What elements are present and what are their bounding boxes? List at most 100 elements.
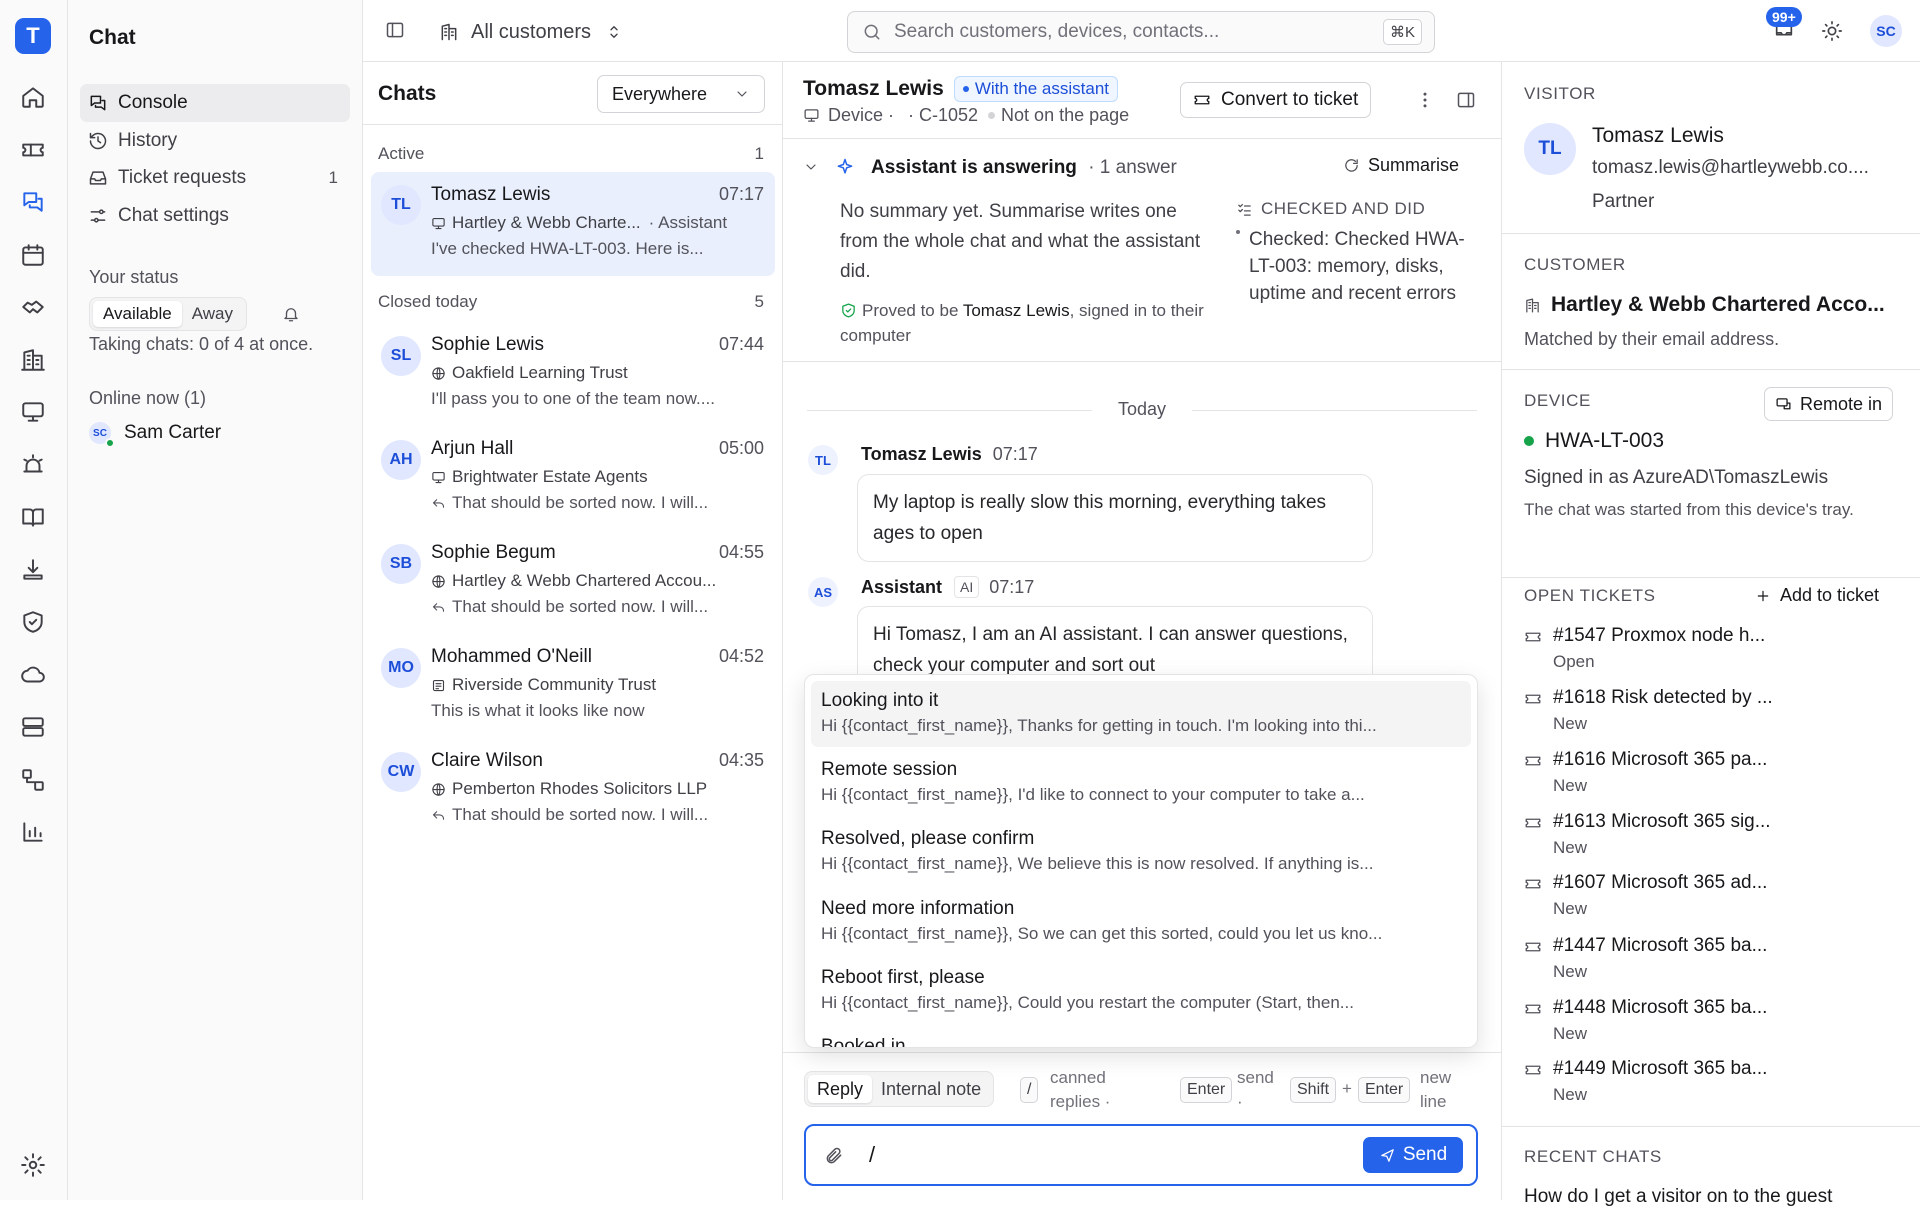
canned-reply-item[interactable]: Need more information Hi {{contact_first…: [811, 889, 1471, 955]
canned-reply-title: Remote session: [821, 759, 958, 780]
search-input[interactable]: Search customers, devices, contacts... ⌘…: [847, 11, 1435, 53]
online-user-name[interactable]: Sam Carter: [124, 422, 221, 444]
nav-item-history[interactable]: History: [80, 122, 350, 160]
chat-org-name: Brightwater Estate Agents: [452, 467, 648, 486]
checked-heading-label: CHECKED AND DID: [1261, 199, 1426, 218]
reply-icon: [432, 498, 445, 508]
canned-reply-item[interactable]: Reboot first, please Hi {{contact_first_…: [811, 958, 1471, 1024]
gear-icon[interactable]: [20, 1152, 46, 1178]
building-icon[interactable]: [20, 347, 46, 373]
hint-canned: canned replies ·: [1050, 1068, 1111, 1111]
sidebar-toggle-icon[interactable]: [385, 20, 405, 40]
ticket-row[interactable]: #1616 Microsoft 365 pa... New: [1524, 749, 1904, 809]
customer-scope-select[interactable]: All customers: [439, 18, 623, 46]
divider: [783, 1052, 1501, 1053]
ticket-row[interactable]: #1448 Microsoft 365 ba... New: [1524, 997, 1904, 1057]
nav-item-console[interactable]: Console: [80, 84, 350, 122]
app-logo[interactable]: T: [15, 18, 51, 54]
building-icon: [1526, 297, 1539, 313]
shield-icon[interactable]: [20, 609, 46, 635]
status-available[interactable]: Available: [93, 301, 182, 327]
checked-heading: CHECKED AND DID: [1236, 199, 1425, 219]
chat-row[interactable]: CW Claire Wilson 04:35 Pemberton Rhodes …: [371, 738, 775, 842]
ticket-row[interactable]: #1618 Risk detected by ... New: [1524, 687, 1904, 747]
chevron-down-icon[interactable]: [803, 159, 819, 175]
avatar: CW: [381, 752, 421, 792]
avatar: MO: [381, 648, 421, 688]
notifications-badge: 99+: [1766, 7, 1802, 27]
ticket-status: New: [1553, 962, 1588, 981]
device-name[interactable]: HWA-LT-003: [1545, 429, 1664, 453]
tab-internal-note[interactable]: Internal note: [872, 1075, 990, 1103]
online-dot: [1524, 436, 1534, 446]
ticket-icon: [1525, 694, 1541, 704]
book-icon[interactable]: [20, 504, 46, 530]
bell-icon[interactable]: [282, 305, 300, 323]
canned-reply-item[interactable]: Remote session Hi {{contact_first_name}}…: [811, 750, 1471, 816]
ticket-row[interactable]: #1607 Microsoft 365 ad... New: [1524, 872, 1904, 932]
convert-to-ticket-button[interactable]: Convert to ticket: [1180, 82, 1372, 118]
server-icon[interactable]: [20, 714, 46, 740]
canned-reply-item[interactable]: Booked in: [811, 1027, 1471, 1047]
download-icon[interactable]: [20, 557, 46, 583]
recent-chat-item[interactable]: How do I get a visitor on to the guest: [1524, 1186, 1909, 1208]
chat-icon[interactable]: [20, 189, 46, 215]
chat-row[interactable]: SL Sophie Lewis 07:44 Oakfield Learning …: [371, 322, 775, 426]
alarm-icon[interactable]: [20, 452, 46, 478]
summarise-button[interactable]: Summarise: [1343, 155, 1459, 176]
nav-item-ticket-requests[interactable]: Ticket requests 1: [80, 159, 350, 197]
divider: [1502, 1126, 1920, 1127]
ticket-row[interactable]: #1449 Microsoft 365 ba... New: [1524, 1058, 1904, 1118]
nav-item-chat-settings[interactable]: Chat settings: [80, 197, 350, 235]
avatar: TL: [1524, 123, 1576, 175]
status-toggle: Available Away: [89, 297, 247, 331]
sun-icon[interactable]: [1821, 20, 1843, 42]
message-input[interactable]: / Send: [804, 1124, 1478, 1186]
home-icon[interactable]: [20, 84, 46, 110]
canned-reply-item[interactable]: Resolved, please confirm Hi {{contact_fi…: [811, 819, 1471, 885]
assistant-answer-count: · 1 answer: [1088, 157, 1177, 178]
search-icon: [864, 24, 880, 40]
send-button[interactable]: Send: [1363, 1137, 1463, 1173]
monitor-icon[interactable]: [20, 399, 46, 425]
chat-row[interactable]: AH Arjun Hall 05:00 Brightwater Estate A…: [371, 426, 775, 530]
sliders-icon: [90, 209, 106, 223]
status-heading: Your status: [89, 267, 179, 287]
ticket-icon: [1525, 756, 1541, 766]
panel-toggle-icon[interactable]: [1456, 90, 1476, 110]
ticket-status: New: [1553, 1024, 1588, 1043]
meta-device: Device ·: [828, 105, 895, 125]
taking-chats-text: Taking chats: 0 of 4 at once.: [89, 334, 314, 354]
ticket-row[interactable]: #1447 Microsoft 365 ba... New: [1524, 935, 1904, 995]
shield-check-icon: [842, 303, 855, 318]
visitor-email[interactable]: tomasz.lewis@hartleywebb.co....: [1592, 157, 1907, 179]
tab-reply[interactable]: Reply: [808, 1075, 873, 1103]
chart-icon[interactable]: [20, 819, 46, 845]
user-avatar[interactable]: SC: [1870, 15, 1902, 47]
chats-filter-label: Everywhere: [612, 83, 708, 104]
convert-to-ticket-label: Convert to ticket: [1221, 89, 1359, 110]
ticket-row[interactable]: #1613 Microsoft 365 sig... New: [1524, 811, 1904, 871]
customer-name[interactable]: Hartley & Webb Chartered Acco...: [1524, 293, 1909, 317]
avatar: SB: [381, 544, 421, 584]
remote-in-button[interactable]: Remote in: [1764, 387, 1894, 421]
cloud-icon[interactable]: [20, 662, 46, 688]
customer-scope-label: All customers: [471, 20, 592, 43]
chat-row[interactable]: MO Mohammed O'Neill 04:52 Riverside Comm…: [371, 634, 775, 738]
canned-reply-item[interactable]: Looking into it Hi {{contact_first_name}…: [811, 681, 1471, 747]
chat-row[interactable]: TL Tomasz Lewis 07:17 Hartley & Webb Cha…: [371, 172, 775, 276]
send-label: Send: [1402, 1144, 1448, 1165]
status-away[interactable]: Away: [182, 301, 243, 327]
paperclip-icon[interactable]: [824, 1146, 844, 1166]
handshake-icon[interactable]: [20, 294, 46, 320]
ticket-icon: [1525, 1004, 1541, 1014]
chats-filter-select[interactable]: Everywhere: [597, 75, 765, 113]
ticket-icon[interactable]: [20, 137, 46, 163]
network-icon[interactable]: [20, 767, 46, 793]
add-to-ticket-button[interactable]: Add to ticket: [1755, 585, 1879, 606]
calendar-icon[interactable]: [20, 242, 46, 268]
more-icon[interactable]: [1415, 90, 1435, 110]
chat-row[interactable]: SB Sophie Begum 04:55 Hartley & Webb Cha…: [371, 530, 775, 634]
ticket-row[interactable]: #1547 Proxmox node h... Open: [1524, 625, 1904, 685]
ticket-title: #1607 Microsoft 365 ad...: [1553, 872, 1768, 893]
